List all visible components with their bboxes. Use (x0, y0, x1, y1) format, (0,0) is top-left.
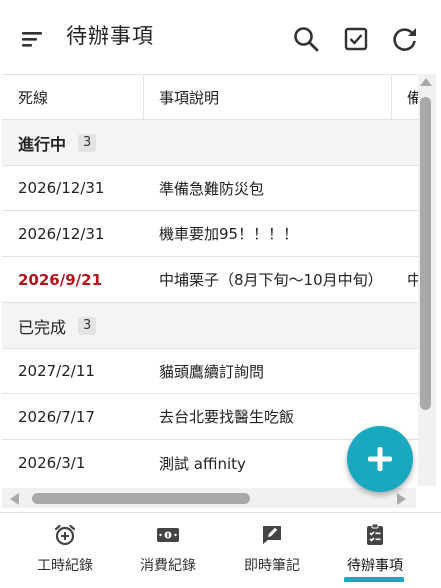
count-badge: 3 (78, 133, 97, 152)
deadline-cell: 2026/12/31 (18, 224, 105, 243)
active-tab-indicator (344, 577, 404, 582)
scroll-right-arrow-icon[interactable] (397, 493, 406, 505)
nav-item-expense-log[interactable]: 消費紀錄 (113, 513, 223, 588)
table-row[interactable]: 2027/2/11 貓頭鷹續訂詢問 (2, 349, 418, 394)
nav-label: 工時紀錄 (37, 558, 93, 574)
add-todo-button[interactable] (347, 426, 413, 492)
group-title: 已完成 (18, 317, 67, 337)
nav-label: 即時筆記 (244, 558, 300, 574)
column-header-description[interactable]: 事項說明 (159, 75, 219, 119)
column-header-deadline[interactable]: 死線 (18, 75, 48, 119)
clipboard-check-icon (363, 523, 387, 547)
nav-label: 消費紀錄 (140, 558, 196, 574)
alarm-add-icon (53, 523, 77, 547)
deadline-cell: 2026/12/31 (18, 179, 105, 197)
table-row[interactable]: 2026/9/21 中埔栗子（8月下旬～10月中旬） 中 (2, 257, 418, 303)
page-title: 待辦事項 (66, 24, 154, 48)
group-header-in-progress[interactable]: 進行中 3 (2, 120, 418, 166)
description-cell: 貓頭鷹續訂詢問 (159, 362, 265, 381)
todo-table: 死線 事項說明 備 進行中 3 2026/12/31 準備急難防災包 2026/… (2, 74, 418, 486)
table-row[interactable]: 2026/7/17 去台北要找醫生吃飯 (2, 394, 418, 440)
table-row[interactable]: 2026/12/31 機車要加95！！！！ (2, 211, 418, 257)
nav-item-quick-notes[interactable]: 即時筆記 (217, 513, 327, 588)
scroll-left-arrow-icon[interactable] (10, 493, 19, 505)
notes-cell: 中 (407, 271, 418, 289)
count-badge: 3 (78, 316, 97, 335)
description-cell: 機車要加95！！！！ (159, 225, 299, 243)
group-label: 已完成 3 (18, 303, 97, 348)
nav-item-time-log[interactable]: 工時紀錄 (10, 513, 120, 588)
column-header-notes[interactable]: 備 (407, 75, 418, 119)
group-label: 進行中 3 (18, 120, 97, 165)
checkbox-icon (344, 27, 368, 51)
note-edit-icon (260, 523, 284, 547)
deadline-cell: 2026/3/1 (18, 454, 86, 472)
menu-icon (22, 32, 42, 47)
scroll-up-arrow-icon[interactable] (420, 78, 432, 86)
nav-label: 待辦事項 (347, 558, 403, 574)
money-icon (156, 523, 180, 547)
deadline-cell-overdue: 2026/9/21 (18, 270, 103, 289)
group-header-completed[interactable]: 已完成 3 (2, 303, 418, 349)
deadline-cell: 2026/7/17 (18, 407, 95, 426)
search-button[interactable] (291, 24, 321, 54)
table-header-row: 死線 事項說明 備 (2, 74, 418, 121)
refresh-icon (393, 28, 416, 51)
description-cell: 中埔栗子（8月下旬～10月中旬） (159, 271, 383, 289)
table-row[interactable]: 2026/12/31 準備急難防災包 (2, 166, 418, 211)
horizontal-scroll-thumb[interactable] (32, 493, 250, 504)
search-icon (294, 27, 319, 52)
vertical-scroll-thumb[interactable] (420, 97, 431, 410)
refresh-button[interactable] (390, 24, 420, 54)
description-cell: 去台北要找醫生吃飯 (159, 408, 295, 426)
deadline-cell: 2027/2/11 (18, 362, 95, 380)
select-button[interactable] (341, 24, 371, 54)
app-header: 待辦事項 (0, 0, 441, 74)
description-cell: 準備急難防災包 (159, 179, 265, 198)
group-title: 進行中 (18, 134, 67, 154)
menu-button[interactable] (18, 24, 48, 54)
plus-icon (368, 447, 392, 471)
description-cell: 測試 affinity (159, 454, 246, 473)
